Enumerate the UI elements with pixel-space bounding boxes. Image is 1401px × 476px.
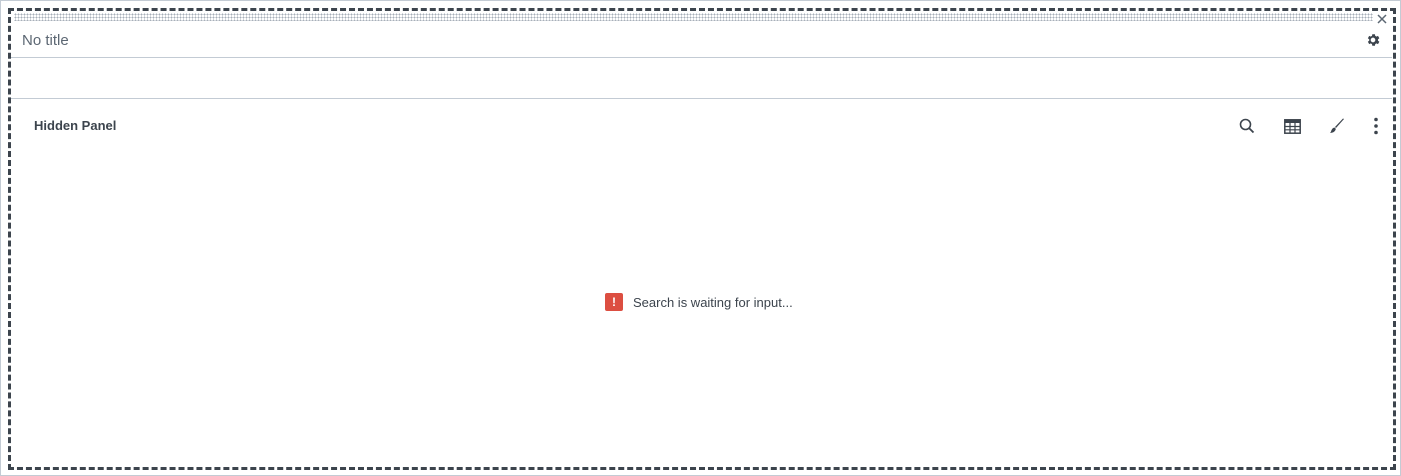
panel-settings-button[interactable] [1365, 32, 1383, 50]
format-visualization-button[interactable] [1326, 115, 1348, 137]
search-icon [1239, 118, 1255, 134]
panel-title-row: No title [11, 23, 1392, 58]
panel-title[interactable]: No title [22, 32, 69, 49]
more-vertical-icon [1374, 117, 1378, 135]
search-status-message: ! Search is waiting for input... [605, 292, 793, 312]
table-icon [1283, 118, 1301, 134]
visualization-panel: Hidden Panel ! Search is waiting for inp… [11, 99, 1392, 467]
visualization-toolbar [1233, 115, 1393, 137]
more-actions-button[interactable] [1365, 115, 1387, 137]
panel-description-row [11, 58, 1392, 99]
panel-drag-handle[interactable] [14, 13, 1373, 21]
status-message-text: Search is waiting for input... [633, 294, 793, 310]
table-format-button[interactable] [1281, 115, 1303, 137]
error-icon: ! [605, 293, 623, 311]
open-search-button[interactable] [1236, 115, 1258, 137]
visualization-title[interactable]: Hidden Panel [34, 118, 116, 133]
gear-icon [1367, 34, 1380, 46]
dashboard-panel-frame: No title Hidden Panel ! Search is waitin… [0, 0, 1401, 476]
brush-icon [1330, 118, 1344, 133]
